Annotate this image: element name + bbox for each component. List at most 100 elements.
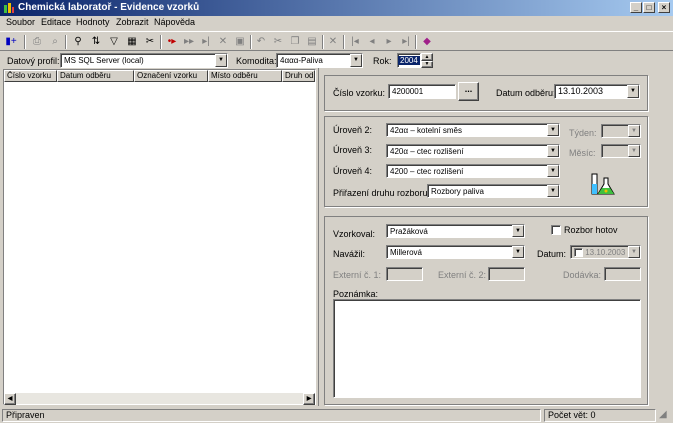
year-input[interactable]: 2004 [397,53,421,68]
chevron-down-icon[interactable]: ▼ [512,225,524,237]
level4-value: 4200 – ctec rozlišení [390,167,464,176]
browse-button[interactable]: ... [458,82,479,101]
first-mark-icon[interactable]: •▸ [165,35,179,49]
level2-label: Úroveň 2: [333,125,373,135]
copy-icon[interactable]: ❐ [288,35,302,49]
commodity-select[interactable]: 4ααα-Paliva ▼ [276,53,363,68]
chevron-down-icon[interactable]: ▼ [350,54,362,67]
year-value: 2004 [398,56,420,65]
ext1-input [386,267,423,281]
tools-icon[interactable]: ✂ [143,35,157,49]
toolbar-separator [343,35,345,49]
weighed-value: Millerová [390,248,423,257]
print-preview-icon[interactable]: ⌕ [48,35,62,49]
sort-icon[interactable]: ⇅ [89,35,103,49]
col-misto-odberu[interactable]: Místo odběru [208,70,282,82]
sample-number-input[interactable]: 4200001 [388,84,456,99]
analysis-label: Přiřazení druhu rozboru: [333,188,431,198]
last-record-icon[interactable]: ▸| [399,35,413,49]
grid-icon[interactable]: ▦ [125,35,139,49]
maximize-button[interactable]: □ [643,2,655,13]
menu-napoveda[interactable]: Nápověda [154,17,195,27]
resize-grip-icon[interactable]: ◢ [659,410,671,422]
filter-icon[interactable]: ▽ [107,35,121,49]
menu-soubor[interactable]: Soubor [6,17,35,27]
profile-value: MS SQL Server (local) [64,56,144,65]
new-record-icon[interactable]: ▮+ [4,35,18,49]
note-label: Poznámka: [333,289,379,299]
commodity-label: Komodita: [236,56,277,66]
col-druh-odberu[interactable]: Druh od [282,70,315,82]
menu-zobrazit[interactable]: Zobrazit [116,17,149,27]
month-select: ▼ [601,144,641,158]
delete-icon[interactable]: ✕ [326,35,340,49]
weighed-select[interactable]: Millerová ▼ [386,245,525,259]
save-icon[interactable]: ▣ [233,35,247,49]
chevron-down-icon[interactable]: ▼ [547,145,559,157]
analysis-done-checkbox[interactable] [551,225,561,235]
paste-icon[interactable]: ▤ [305,35,319,49]
level3-select[interactable]: 420α – ctec rozlišení ▼ [386,144,560,158]
profile-label: Datový profil: [7,56,60,66]
app-icon [4,3,14,13]
sampled-select[interactable]: Pražáková ▼ [386,224,525,238]
horizontal-scrollbar[interactable]: ◀ ▶ [4,392,315,405]
first-record-icon[interactable]: |◂ [348,35,362,49]
help-book-icon[interactable]: ◆ [420,35,434,49]
year-label: Rok: [373,56,392,66]
weighed-label: Navážil: [333,249,366,259]
col-oznaceni-vzorku[interactable]: Označení vzorku [134,70,208,82]
splitter[interactable] [318,68,319,406]
date-select[interactable]: 13.10.2003 ▼ [570,245,641,259]
menu-hodnoty[interactable]: Hodnoty [76,17,110,27]
chevron-down-icon[interactable]: ▼ [628,246,640,258]
chevron-down-icon[interactable]: ▼ [215,54,227,67]
record-count: Počet vět: 0 [544,409,656,422]
print-icon[interactable]: ⎙ [30,35,44,49]
ext1-label: Externí č. 1: [333,270,382,280]
toolbar-separator [322,35,324,49]
month-label: Měsíc: [569,148,596,158]
note-textarea[interactable] [333,299,641,398]
level2-select[interactable]: 42αα – kotelní směs ▼ [386,123,560,137]
analysis-select[interactable]: Rozbory paliva ▼ [427,184,560,198]
window-title: Chemická laboratoř - Evidence vzorků [18,2,200,13]
week-select: ▼ [601,124,641,138]
chevron-down-icon[interactable]: ▼ [547,124,559,136]
level3-label: Úroveň 3: [333,145,373,155]
samples-grid[interactable]: Číslo vzorku Datum odběru Označení vzork… [3,69,316,405]
status-bar: Připraven Počet vět: 0 ◢ [0,407,673,423]
delivery-label: Dodávka: [563,270,602,280]
chevron-down-icon[interactable]: ▼ [547,165,559,177]
scroll-left-icon[interactable]: ◀ [4,393,16,405]
sampled-label: Vzorkoval: [333,229,376,239]
year-up-button[interactable]: ▲ [421,53,433,61]
toolbar-separator [24,35,26,49]
cut-icon[interactable]: ✂ [271,35,285,49]
analysis-value: Rozbory paliva [431,187,484,196]
col-datum-odberu[interactable]: Datum odběru [57,70,134,82]
chevron-down-icon[interactable]: ▼ [512,246,524,258]
close-button[interactable]: × [658,2,670,13]
date-checkbox[interactable] [574,248,583,258]
level4-select[interactable]: 4200 – ctec rozlišení ▼ [386,164,560,178]
scroll-right-icon[interactable]: ▶ [303,393,315,405]
delete-mark-icon[interactable]: ✕ [216,35,230,49]
prev-record-icon[interactable]: ◂ [365,35,379,49]
minimize-button[interactable]: _ [630,2,642,13]
col-cislo-vzorku[interactable]: Číslo vzorku [4,70,57,82]
next-record-icon[interactable]: ▸ [382,35,396,49]
chevron-down-icon[interactable]: ▼ [547,185,559,197]
sample-date-select[interactable]: 13.10.2003 ▼ [554,84,640,99]
chevron-down-icon[interactable]: ▼ [627,85,639,98]
last-mark-icon[interactable]: ▸| [199,35,213,49]
profile-select[interactable]: MS SQL Server (local) ▼ [60,53,228,68]
undo-icon[interactable]: ↶ [254,35,268,49]
commodity-value: 4ααα-Paliva [280,56,323,65]
title-bar: Chemická laboratoř - Evidence vzorků _ □… [0,0,673,16]
year-down-button[interactable]: ▼ [421,61,433,68]
find-icon[interactable]: ⚲ [71,35,85,49]
next-mark-icon[interactable]: ▸▸ [182,35,196,49]
date-value: 13.10.2003 [585,248,626,257]
menu-editace[interactable]: Editace [41,17,71,27]
